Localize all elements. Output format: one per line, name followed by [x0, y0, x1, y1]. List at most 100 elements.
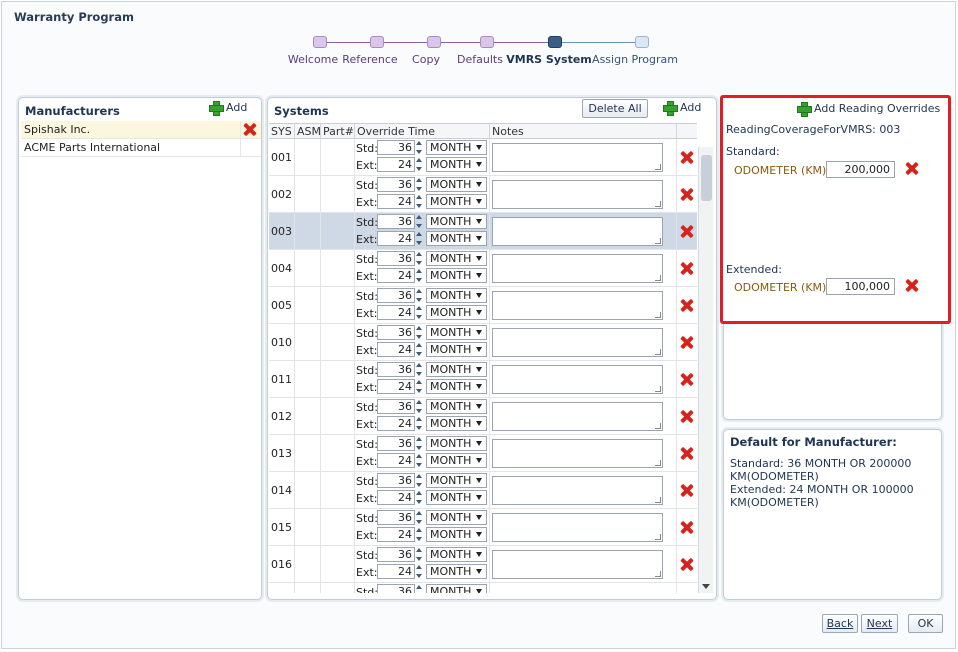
std-spinner-icon[interactable] [415, 251, 424, 266]
resize-grip-icon[interactable] [655, 275, 661, 281]
manufacturer-row-acme[interactable]: ACME Parts International [21, 139, 261, 157]
ext-spinner-icon[interactable] [415, 453, 424, 468]
std-duration-input[interactable]: 36 [377, 547, 415, 562]
std-spinner-icon[interactable] [415, 436, 424, 451]
system-row[interactable]: 015 Std: 36 MONTH Ext: 24 MONTH [269, 509, 697, 546]
resize-grip-icon[interactable] [655, 460, 661, 466]
ext-duration-input[interactable]: 24 [377, 527, 415, 542]
ext-unit-select[interactable]: MONTH [426, 379, 487, 394]
std-duration-input[interactable]: 36 [377, 325, 415, 340]
notes-textarea[interactable] [492, 254, 663, 283]
step-welcome-stop[interactable] [313, 36, 327, 48]
std-unit-select[interactable]: MONTH [426, 436, 487, 451]
resize-grip-icon[interactable] [655, 571, 661, 577]
notes-textarea[interactable] [492, 365, 663, 394]
system-row[interactable]: 011 Std: 36 MONTH Ext: 24 MONTH [269, 361, 697, 398]
std-duration-input[interactable]: 36 [377, 510, 415, 525]
resize-grip-icon[interactable] [655, 349, 661, 355]
ext-spinner-icon[interactable] [415, 416, 424, 431]
step-assign-program-stop[interactable] [635, 36, 649, 48]
resize-grip-icon[interactable] [655, 164, 661, 170]
system-row[interactable]: 005 Std: 36 MONTH Ext: 24 MONTH [269, 287, 697, 324]
delete-system-icon[interactable] [680, 521, 693, 534]
step-reference-stop[interactable] [370, 36, 384, 48]
scroll-down-arrow-icon[interactable] [702, 584, 710, 589]
col-notes[interactable]: Notes [489, 124, 676, 139]
ext-unit-select[interactable]: MONTH [426, 342, 487, 357]
std-spinner-icon[interactable] [415, 399, 424, 414]
ext-unit-select[interactable]: MONTH [426, 564, 487, 579]
std-spinner-icon[interactable] [415, 510, 424, 525]
ext-duration-input[interactable]: 24 [377, 453, 415, 468]
ext-duration-input[interactable]: 24 [377, 231, 415, 246]
std-duration-input[interactable]: 36 [377, 251, 415, 266]
step-reference-label[interactable]: Reference [342, 53, 397, 66]
std-duration-input[interactable]: 36 [377, 288, 415, 303]
delete-system-icon[interactable] [680, 558, 693, 571]
resize-grip-icon[interactable] [655, 423, 661, 429]
add-manufacturer-button[interactable]: Add [209, 101, 247, 116]
std-unit-select[interactable]: MONTH [426, 140, 487, 155]
std-spinner-icon[interactable] [415, 473, 424, 488]
delete-system-icon[interactable] [680, 262, 693, 275]
resize-grip-icon[interactable] [655, 201, 661, 207]
system-row[interactable]: Std: 36 MONTH [269, 583, 697, 593]
delete-system-icon[interactable] [680, 410, 693, 423]
back-button[interactable]: Back [822, 614, 858, 633]
system-row[interactable]: 014 Std: 36 MONTH Ext: 24 MONTH [269, 472, 697, 509]
notes-textarea[interactable] [492, 291, 663, 320]
delete-system-icon[interactable] [680, 188, 693, 201]
standard-odometer-input[interactable]: 200,000 [826, 161, 895, 178]
next-button[interactable]: Next [861, 614, 898, 633]
std-duration-input[interactable]: 36 [377, 399, 415, 414]
col-sys[interactable]: SYS [269, 124, 294, 139]
notes-textarea[interactable] [492, 550, 663, 579]
ext-duration-input[interactable]: 24 [377, 194, 415, 209]
ext-duration-input[interactable]: 24 [377, 268, 415, 283]
step-copy-stop[interactable] [427, 36, 441, 48]
std-unit-select[interactable]: MONTH [426, 325, 487, 340]
ext-spinner-icon[interactable] [415, 231, 424, 246]
ext-duration-input[interactable]: 24 [377, 490, 415, 505]
ext-spinner-icon[interactable] [415, 268, 424, 283]
step-copy-label[interactable]: Copy [412, 53, 440, 66]
col-override-time[interactable]: Override Time [354, 124, 489, 139]
col-asm[interactable]: ASM [294, 124, 321, 139]
delete-system-icon[interactable] [680, 225, 693, 238]
delete-system-icon[interactable] [680, 151, 693, 164]
col-part[interactable]: Part# [320, 124, 354, 139]
std-unit-select[interactable]: MONTH [426, 547, 487, 562]
std-spinner-icon[interactable] [415, 362, 424, 377]
std-spinner-icon[interactable] [415, 325, 424, 340]
ok-button[interactable]: OK [908, 614, 943, 633]
ext-unit-select[interactable]: MONTH [426, 268, 487, 283]
std-unit-select[interactable]: MONTH [426, 399, 487, 414]
delete-extended-override-icon[interactable] [905, 279, 918, 292]
std-unit-select[interactable]: MONTH [426, 177, 487, 192]
ext-duration-input[interactable]: 24 [377, 564, 415, 579]
notes-textarea[interactable] [492, 402, 663, 431]
notes-textarea[interactable] [492, 143, 663, 172]
delete-manufacturer-icon[interactable] [243, 123, 256, 136]
scroll-thumb[interactable] [701, 155, 712, 201]
system-row[interactable]: 004 Std: 36 MONTH Ext: 24 MONTH [269, 250, 697, 287]
std-spinner-icon[interactable] [415, 214, 424, 229]
std-unit-select[interactable]: MONTH [426, 288, 487, 303]
notes-textarea[interactable] [492, 513, 663, 542]
ext-unit-select[interactable]: MONTH [426, 194, 487, 209]
ext-spinner-icon[interactable] [415, 342, 424, 357]
ext-spinner-icon[interactable] [415, 379, 424, 394]
resize-grip-icon[interactable] [655, 534, 661, 540]
resize-grip-icon[interactable] [655, 497, 661, 503]
ext-spinner-icon[interactable] [415, 305, 424, 320]
std-duration-input[interactable]: 36 [377, 362, 415, 377]
ext-unit-select[interactable]: MONTH [426, 157, 487, 172]
ext-unit-select[interactable]: MONTH [426, 527, 487, 542]
delete-system-icon[interactable] [680, 336, 693, 349]
ext-duration-input[interactable]: 24 [377, 416, 415, 431]
std-unit-select[interactable]: MONTH [426, 214, 487, 229]
notes-textarea[interactable] [492, 439, 663, 468]
std-spinner-icon[interactable] [415, 547, 424, 562]
ext-spinner-icon[interactable] [415, 157, 424, 172]
std-spinner-icon[interactable] [415, 140, 424, 155]
